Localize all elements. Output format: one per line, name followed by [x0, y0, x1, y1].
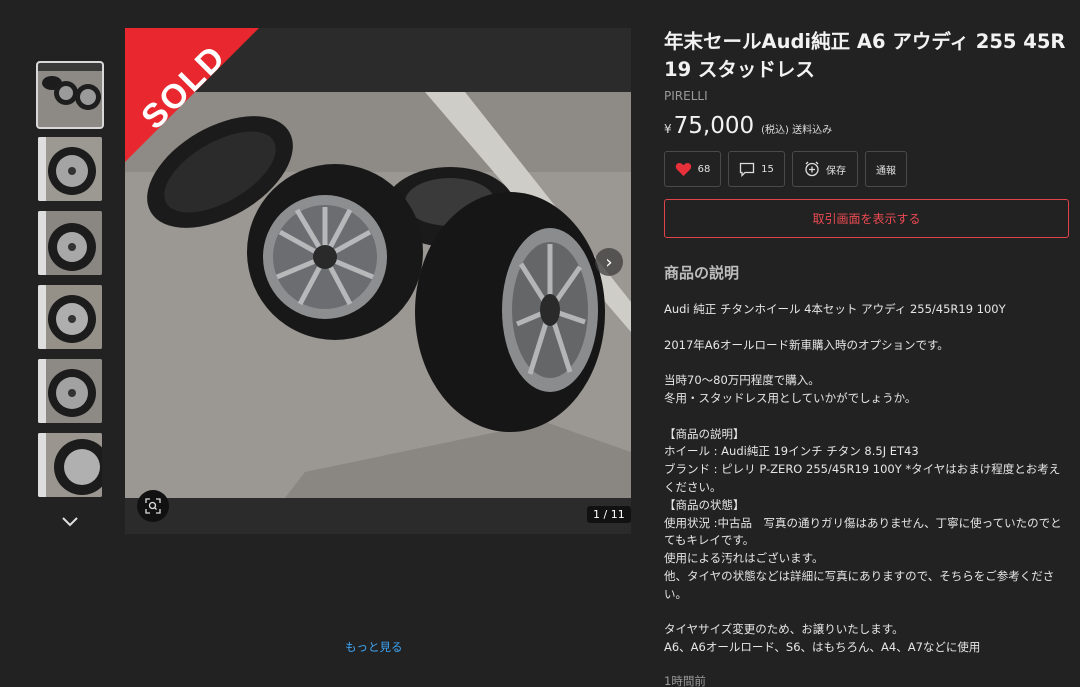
main-image-viewer: SOLD › 1 / 11	[125, 28, 631, 534]
price-row: ¥ 75,000 (税込) 送料込み	[664, 113, 1070, 139]
save-button[interactable]: 保存	[792, 151, 858, 187]
tax-note: (税込) 送料込み	[761, 125, 833, 136]
description-body: Audi 純正 チタンホイール 4本セット アウディ 255/45R19 100…	[664, 302, 1062, 653]
thumbnail-2[interactable]	[38, 137, 102, 201]
report-button[interactable]: 通報	[865, 151, 907, 187]
comment-icon	[739, 162, 755, 177]
save-icon	[805, 161, 819, 177]
thumbnail-image	[38, 433, 102, 497]
posted-time: 1時間前	[664, 674, 706, 687]
thumbnail-image	[38, 285, 102, 349]
product-info-panel: 年末セールAudi純正 A6 アウディ 255 45R 19 スタッドレス PI…	[664, 28, 1070, 653]
comment-button[interactable]: 15	[728, 151, 785, 187]
thumbnail-4[interactable]	[38, 285, 102, 349]
thumbnail-5[interactable]	[38, 359, 102, 423]
like-button[interactable]: 68	[664, 151, 721, 187]
thumbnail-3[interactable]	[38, 211, 102, 275]
thumbnail-list	[36, 61, 104, 507]
save-label: 保存	[826, 165, 846, 177]
action-buttons: 68 15 保存 通報	[664, 151, 1070, 187]
thumbnail-image	[38, 63, 102, 127]
like-count: 68	[697, 163, 711, 175]
brand-name[interactable]: PIRELLI	[664, 89, 1070, 103]
show-more-link[interactable]: もっと見る	[337, 639, 403, 655]
thumbnail-1[interactable]	[36, 61, 104, 129]
next-image-button[interactable]: ›	[595, 248, 623, 276]
zoom-button[interactable]	[137, 490, 169, 522]
view-transaction-button[interactable]: 取引画面を表示する	[664, 199, 1069, 238]
thumbnail-image	[38, 137, 102, 201]
report-label: 通報	[876, 165, 896, 177]
chevron-right-icon: ›	[605, 251, 613, 273]
heart-icon	[675, 162, 691, 176]
zoom-icon	[145, 498, 161, 514]
thumbnail-image	[38, 359, 102, 423]
thumbnail-6[interactable]	[38, 433, 102, 497]
thumbnail-image	[38, 211, 102, 275]
comment-count: 15	[761, 163, 774, 175]
price: 75,000	[673, 113, 755, 139]
chevron-down-icon[interactable]	[58, 512, 82, 530]
product-title: 年末セールAudi純正 A6 アウディ 255 45R 19 スタッドレス	[664, 30, 1066, 81]
currency-symbol: ¥	[664, 122, 672, 136]
image-counter: 1 / 11	[587, 506, 631, 523]
description-heading: 商品の説明	[664, 264, 740, 282]
